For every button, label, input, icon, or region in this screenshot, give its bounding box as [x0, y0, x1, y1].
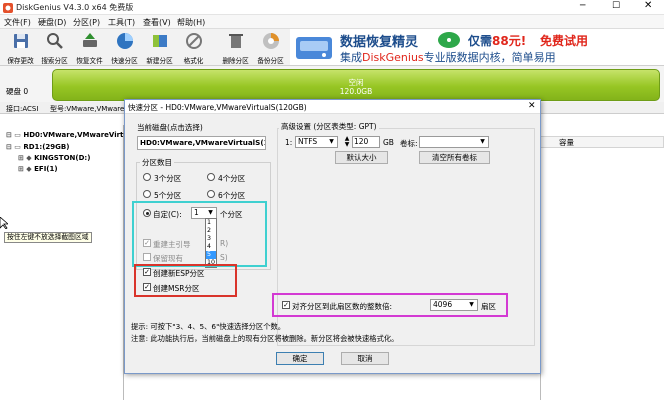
tooltip: 按住左键不放选择截图区域 [4, 232, 92, 243]
menu-file[interactable]: 文件(F) [4, 17, 31, 28]
ok-button[interactable]: 确定 [276, 352, 324, 365]
format-icon [185, 33, 202, 49]
radio-6-partitions[interactable] [207, 190, 215, 198]
advanced-settings-label: 高级设置 (分区表类型: GPT) [279, 121, 379, 132]
window-title: DiskGenius V4.3.0 x64 免费版 [16, 3, 134, 12]
right-panel [540, 114, 664, 400]
free-space-bar[interactable]: 空闲 120.0GB [52, 69, 660, 101]
ad-title: 数据恢复精灵 [340, 35, 419, 50]
column-header-capacity[interactable]: 容量 [556, 136, 664, 148]
app-logo-icon [3, 3, 13, 13]
title-bar: DiskGenius V4.3.0 x64 免费版 ─ ☐ ✕ [0, 0, 664, 15]
dialog-close-button[interactable]: ✕ [528, 101, 536, 111]
tree-item-kingston[interactable]: ⊞ ◆ KINGSTON(D:) [18, 154, 90, 162]
new-partition-icon [152, 35, 167, 47]
toolbar-save-button[interactable]: 保存更改 [4, 30, 37, 65]
maximize-button[interactable]: ☐ [612, 1, 620, 11]
toolbar-backup-button[interactable]: 备份分区 [254, 30, 287, 65]
current-disk-field[interactable]: HD0:VMware,VMwareVirtualS(1 [137, 136, 266, 150]
toolbar-new-partition-button[interactable]: 新建分区 [143, 30, 176, 65]
toolbar-search-button[interactable]: 搜索分区 [38, 30, 71, 65]
filesystem-select[interactable]: NTFS ▼ [295, 136, 338, 148]
radio-4-partitions[interactable] [207, 173, 215, 181]
chevron-down-icon: ▼ [329, 138, 334, 145]
tree-item-rd1[interactable]: ⊟ ▭ RD1:(29GB) [6, 143, 69, 151]
backup-icon [262, 33, 279, 49]
cd-icon [438, 32, 460, 48]
menu-help[interactable]: 帮助(H) [177, 17, 205, 28]
current-disk-label: 当前磁盘(点击选择) [137, 123, 203, 132]
toolbar-format-button[interactable]: 格式化 [177, 30, 210, 65]
radio-3-partitions[interactable] [143, 173, 151, 181]
dialog-title: 快速分区 - HD0:VMware,VMwareVirtualS(120GB) [128, 103, 307, 112]
delete-icon [228, 34, 243, 48]
tree-item-efi[interactable]: ⊞ ◆ EFI(1) [18, 165, 58, 173]
magenta-highlight-box [272, 293, 508, 317]
menu-tools[interactable]: 工具(T) [108, 17, 135, 28]
red-highlight-box [134, 264, 237, 297]
close-button[interactable]: ✕ [644, 0, 652, 11]
size-input[interactable]: 120 [352, 136, 380, 148]
ad-banner[interactable]: 数据恢复精灵 仅需88元! 免费试用 集成DiskGenius专业版数据内核，简… [290, 29, 664, 65]
partition-count-label: 分区数目 [140, 157, 174, 168]
cyan-highlight-box [132, 201, 267, 267]
hard-drive-icon [296, 37, 332, 59]
menu-view[interactable]: 查看(V) [143, 17, 171, 28]
toolbar-quick-partition-button[interactable]: 快速分区 [108, 30, 141, 65]
clear-labels-button[interactable]: 清空所有卷标 [419, 151, 490, 164]
row-index: 1: [285, 138, 293, 147]
size-unit: GB [383, 138, 394, 147]
ad-free-trial: 免费试用 [540, 34, 589, 48]
ad-price: 88元! [492, 34, 527, 48]
dialog-title-bar: 快速分区 - HD0:VMware,VMwareVirtualS(120GB) … [125, 100, 540, 114]
radio-5-partitions[interactable] [143, 190, 151, 198]
tree-item-hd0[interactable]: ⊟ ▭ HD0:VMware,VMwareVirtualS [6, 131, 141, 139]
size-spinner[interactable]: ▲ ▼ [343, 136, 351, 148]
ad-only: 仅需 [468, 34, 493, 48]
recover-icon [82, 33, 97, 47]
menu-disk[interactable]: 硬盘(D) [38, 17, 66, 28]
quick-partition-dialog: 快速分区 - HD0:VMware,VMwareVirtualS(120GB) … [124, 99, 541, 374]
warning-text: 注意: 此功能执行后，当前磁盘上的现有分区将被删除。新分区将会被快速格式化。 [131, 334, 399, 343]
toolbar-recover-button[interactable]: 恢复文件 [73, 30, 106, 65]
disk-label: 硬盘 0 [6, 87, 29, 96]
cancel-button[interactable]: 取消 [341, 352, 389, 365]
search-icon [46, 33, 63, 49]
toolbar-delete-button[interactable]: 删除分区 [219, 30, 252, 65]
menu-bar: 文件(F) 硬盘(D) 分区(P) 工具(T) 查看(V) 帮助(H) [0, 15, 664, 29]
minimize-button[interactable]: ─ [580, 1, 585, 11]
chevron-down-icon: ▼ [480, 138, 485, 145]
volume-label-caption: 卷标: [400, 139, 418, 148]
disk-map: 硬盘 0 空闲 120.0GB [0, 66, 664, 102]
disk-tree-panel: ⊟ ▭ HD0:VMware,VMwareVirtualS ⊟ ▭ RD1:(2… [0, 125, 141, 400]
hint-text: 提示: 可按下"3、4、5、6"快速选择分区个数。 [131, 322, 286, 331]
quick-partition-icon [116, 33, 133, 49]
cursor-icon [0, 217, 8, 229]
menu-partition[interactable]: 分区(P) [73, 17, 100, 28]
save-icon [13, 34, 28, 48]
volume-label-select[interactable]: ▼ [419, 136, 489, 148]
default-size-button[interactable]: 默认大小 [335, 151, 388, 164]
toolbar: 保存更改 搜索分区 恢复文件 快速分区 新建分区 格式化 删除分区 备份分区 数… [0, 29, 664, 66]
